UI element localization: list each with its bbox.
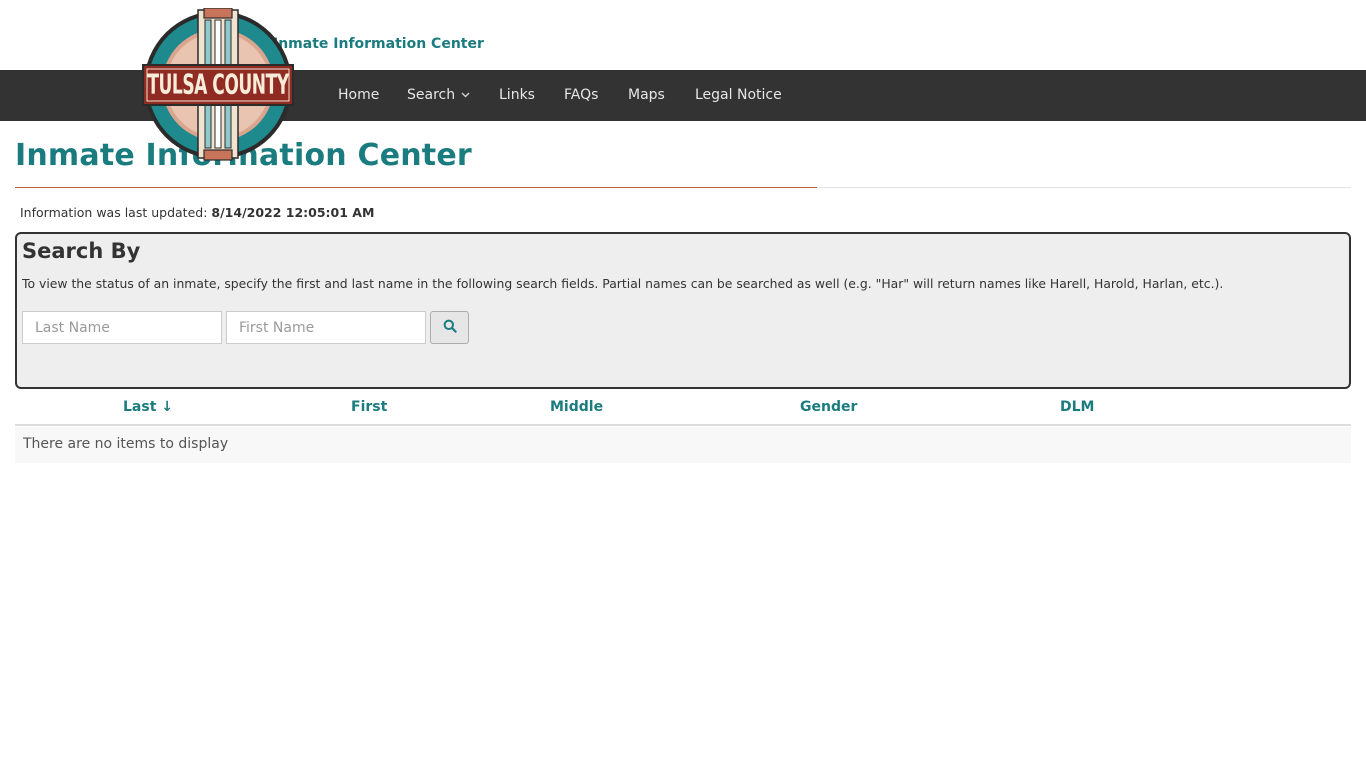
search-button[interactable] xyxy=(430,311,469,344)
title-divider-accent xyxy=(15,187,817,188)
nav-home-label: Home xyxy=(338,87,380,103)
search-heading: Search By xyxy=(22,239,141,263)
nav-links[interactable]: Links xyxy=(499,70,535,121)
column-middle[interactable]: Middle xyxy=(550,399,603,415)
empty-message: There are no items to display xyxy=(23,436,229,452)
column-first[interactable]: First xyxy=(351,399,387,415)
nav-search-label: Search xyxy=(407,87,456,103)
last-name-input[interactable] xyxy=(22,311,222,344)
search-help-text: To view the status of an inmate, specify… xyxy=(22,276,1224,291)
nav-faqs[interactable]: FAQs xyxy=(564,70,598,121)
site-title[interactable]: Inmate Information Center xyxy=(273,36,484,52)
nav-search[interactable]: Search xyxy=(407,70,470,121)
logo-text: TULSA COUNTY xyxy=(147,69,289,101)
column-gender[interactable]: Gender xyxy=(800,399,857,415)
nav-legal-notice[interactable]: Legal Notice xyxy=(695,70,782,121)
nav-faqs-label: FAQs xyxy=(564,87,599,103)
search-icon xyxy=(443,318,457,337)
column-dlm[interactable]: DLM xyxy=(1060,399,1094,415)
chevron-down-icon xyxy=(461,71,470,121)
last-updated-label: Information was last updated: xyxy=(20,205,208,220)
results-empty-row: There are no items to display xyxy=(15,427,1351,463)
nav-home[interactable]: Home xyxy=(338,70,379,121)
first-name-input[interactable] xyxy=(226,311,426,344)
nav-links-label: Links xyxy=(499,87,535,103)
search-panel: Search By To view the status of an inmat… xyxy=(15,232,1351,389)
tulsa-county-logo[interactable]: TULSA COUNTY xyxy=(141,7,295,162)
results-table-header: Last ↓ First Middle Gender DLM xyxy=(15,389,1351,426)
column-last[interactable]: Last ↓ xyxy=(123,399,173,415)
nav-legal-notice-label: Legal Notice xyxy=(695,87,782,103)
nav-maps-label: Maps xyxy=(628,87,665,103)
nav-maps[interactable]: Maps xyxy=(628,70,665,121)
last-updated-value: 8/14/2022 12:05:01 AM xyxy=(211,205,375,220)
last-updated: Information was last updated: 8/14/2022 … xyxy=(20,205,374,220)
